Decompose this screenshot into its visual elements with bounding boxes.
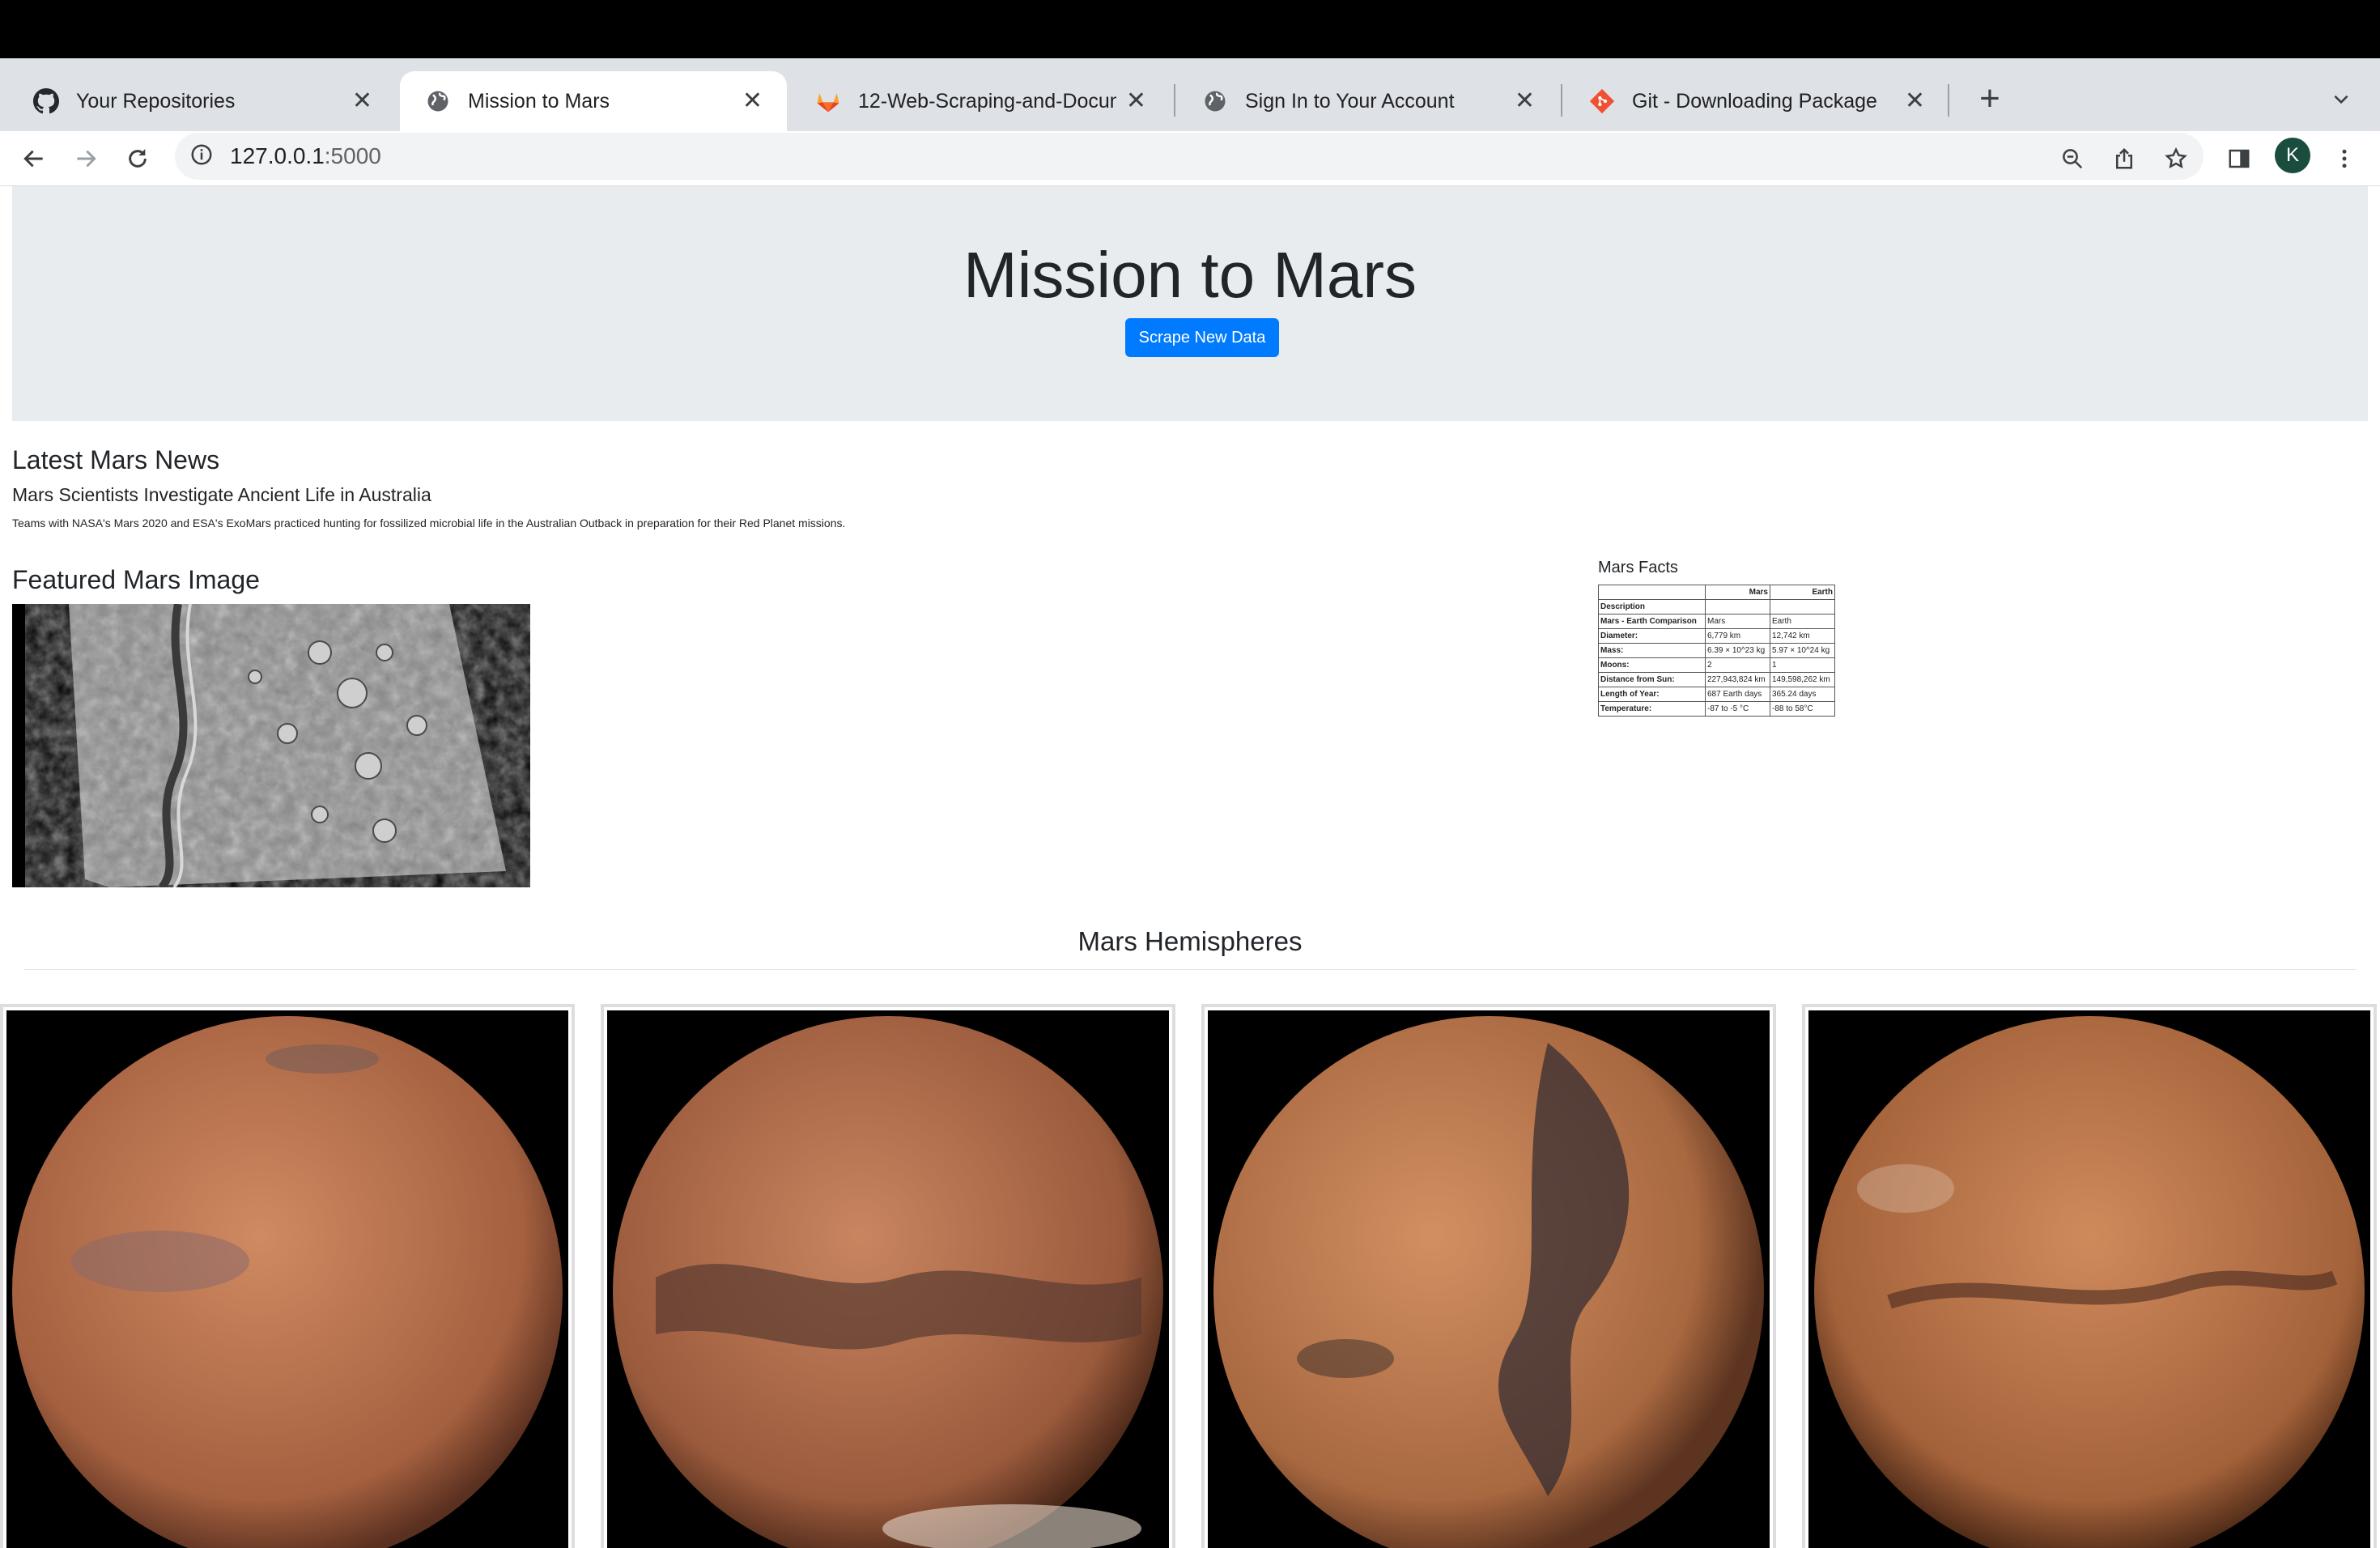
table-row: Moons: 2 1	[1598, 657, 1835, 673]
jumbotron: Mission to Mars Scrape New Data	[12, 186, 2368, 421]
table-row: Mass: 6.39 × 10^23 kg 5.97 × 10^24 kg	[1598, 643, 1835, 658]
table-header-row: Mars Earth	[1598, 585, 1835, 600]
side-panel-icon[interactable]	[2221, 141, 2257, 176]
hemisphere-image	[6, 1010, 568, 1548]
tab-title: Your Repositories	[76, 89, 236, 113]
table-row: Temperature: -87 to -5 °C -88 to 58°C	[1598, 701, 1835, 717]
table-header-cell: Earth	[1770, 585, 1835, 600]
page-viewport: Mission to Mars Scrape New Data Latest M…	[0, 186, 2380, 1548]
table-cell: 6,779 km	[1705, 628, 1770, 644]
table-row: Distance from Sun: 227,943,824 km 149,598,…	[1598, 672, 1835, 687]
globe-icon	[1201, 87, 1229, 115]
table-cell: Diameter:	[1598, 628, 1706, 644]
table-cell: Temperature:	[1598, 701, 1706, 717]
url-text: 127.0.0.1:5000	[230, 143, 381, 169]
table-row: Description	[1598, 599, 1835, 615]
table-cell: Mars - Earth Comparison	[1598, 614, 1706, 629]
hemisphere-thumbnail-1[interactable]	[0, 1004, 575, 1548]
forward-arrow-icon[interactable]	[66, 139, 105, 178]
share-icon[interactable]	[2106, 141, 2142, 176]
back-arrow-icon[interactable]	[15, 139, 53, 178]
profile-avatar[interactable]: K	[2275, 138, 2310, 173]
tab-title: Mission to Mars	[468, 89, 610, 113]
table-cell: Mars	[1705, 614, 1770, 629]
site-info-icon[interactable]	[189, 142, 217, 170]
table-cell: 687 Earth days	[1705, 687, 1770, 702]
tab-git-download[interactable]: Git - Downloading Package ✕	[1564, 71, 1949, 131]
url-port: :5000	[324, 143, 381, 168]
table-cell: Distance from Sun:	[1598, 672, 1706, 687]
url-host: 127.0.0.1	[230, 143, 325, 168]
table-cell	[1770, 599, 1835, 615]
window-top-bar	[0, 0, 2380, 58]
tab-search-chevron-icon[interactable]	[2323, 81, 2359, 117]
table-row: Length of Year: 687 Earth days 365.24 days	[1598, 687, 1835, 702]
hemisphere-image	[1208, 1010, 1770, 1548]
table-cell: -87 to -5 °C	[1705, 701, 1770, 717]
tab-gitlab-repo[interactable]: 12-Web-Scraping-and-Docum ✕	[790, 71, 1171, 131]
close-icon[interactable]: ✕	[742, 89, 763, 113]
hemisphere-thumbnail-4[interactable]	[1802, 1004, 2377, 1548]
tab-separator	[1174, 84, 1175, 117]
divider	[24, 969, 2356, 970]
close-icon[interactable]: ✕	[1905, 89, 1925, 113]
tab-sign-in[interactable]: Sign In to Your Account ✕	[1177, 71, 1559, 131]
mars-facts-table: Mars Earth Description Mars - Earth Comp…	[1598, 585, 1835, 717]
table-cell: Length of Year:	[1598, 687, 1706, 702]
globe-icon	[424, 87, 452, 115]
reload-icon[interactable]	[118, 139, 157, 178]
close-icon[interactable]: ✕	[1515, 89, 1535, 113]
table-header-cell	[1598, 585, 1706, 600]
news-title: Mars Scientists Investigate Ancient Life…	[12, 484, 431, 505]
tab-separator	[1561, 84, 1562, 117]
kebab-menu-icon[interactable]	[2327, 141, 2362, 176]
hemisphere-thumbnail-3[interactable]	[1201, 1004, 1776, 1548]
table-cell: 12,742 km	[1770, 628, 1835, 644]
github-icon	[32, 87, 60, 115]
news-heading: Latest Mars News	[12, 445, 220, 474]
table-cell: Mass:	[1598, 643, 1706, 658]
hemisphere-image	[607, 1010, 1169, 1548]
address-bar[interactable]: 127.0.0.1:5000	[175, 133, 2204, 180]
table-cell: 2	[1705, 657, 1770, 673]
table-header-cell: Mars	[1705, 585, 1770, 600]
close-icon[interactable]: ✕	[1126, 89, 1146, 113]
hemisphere-image	[1808, 1010, 2370, 1548]
featured-mars-image	[12, 604, 530, 887]
hemispheres-heading: Mars Hemispheres	[1077, 926, 1303, 956]
featured-image-heading: Featured Mars Image	[12, 565, 260, 594]
gitlab-icon	[814, 87, 842, 115]
table-cell: 5.97 × 10^24 kg	[1770, 643, 1835, 658]
tab-your-repositories[interactable]: Your Repositories ✕	[8, 71, 397, 131]
tab-separator	[1948, 84, 1949, 117]
table-row: Diameter: 6,779 km 12,742 km	[1598, 628, 1835, 644]
table-cell: Earth	[1770, 614, 1835, 629]
table-cell	[1705, 599, 1770, 615]
table-cell: 365.24 days	[1770, 687, 1835, 702]
tab-title: 12-Web-Scraping-and-Docum	[858, 89, 1116, 113]
table-cell: -88 to 58°C	[1770, 701, 1835, 717]
table-cell: Moons:	[1598, 657, 1706, 673]
tab-mission-to-mars[interactable]: Mission to Mars ✕	[400, 71, 787, 131]
page-title: Mission to Mars	[963, 239, 1417, 311]
tab-title: Sign In to Your Account	[1245, 89, 1455, 113]
bookmark-star-icon[interactable]	[2158, 141, 2194, 176]
hemisphere-thumbnail-2[interactable]	[601, 1004, 1175, 1548]
scrape-new-data-button[interactable]: Scrape New Data	[1125, 318, 1279, 357]
table-cell: Description	[1598, 599, 1706, 615]
new-tab-button[interactable]: +	[1969, 78, 2011, 120]
table-cell: 149,598,262 km	[1770, 672, 1835, 687]
table-cell: 6.39 × 10^23 kg	[1705, 643, 1770, 658]
avatar-initial: K	[2285, 144, 2299, 166]
news-paragraph: Teams with NASA's Mars 2020 and ESA's Ex…	[12, 517, 846, 529]
close-icon[interactable]: ✕	[352, 89, 372, 113]
git-icon	[1588, 87, 1616, 115]
zoom-icon[interactable]	[2055, 141, 2090, 176]
table-cell: 1	[1770, 657, 1835, 673]
mars-facts-caption: Mars Facts	[1598, 559, 1678, 576]
tab-title: Git - Downloading Package	[1632, 89, 1877, 113]
table-cell: 227,943,824 km	[1705, 672, 1770, 687]
table-row: Mars - Earth Comparison Mars Earth	[1598, 614, 1835, 629]
